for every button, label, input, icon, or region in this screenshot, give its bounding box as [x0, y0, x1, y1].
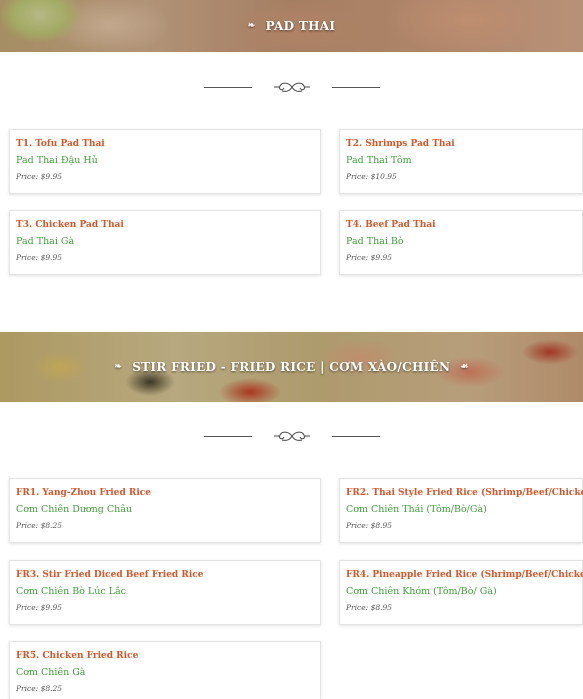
item-viet-name: Cơm Chiên Khóm (Tôm/Bò/ Gà)	[346, 586, 497, 597]
item-name: FR3. Stir Fried Diced Beef Fried Rice	[16, 570, 204, 580]
item-name: FR5. Chicken Fried Rice	[16, 651, 139, 661]
item-viet-name: Cơm Chiên Thái (Tôm/Bò/Gà)	[346, 504, 487, 515]
item-price: Price: $9.95	[16, 253, 63, 262]
menu-item-card[interactable]: T4. Beef Pad Thai Pad Thai Bò Price: $9.…	[339, 210, 583, 275]
section-title-pad-thai: PAD THAI	[265, 19, 336, 33]
menu-item-card[interactable]: FR1. Yang-Zhou Fried Rice Cơm Chiên Dươn…	[9, 478, 321, 543]
item-viet-name: Pad Thai Gà	[16, 236, 75, 247]
section-title-fried-rice: STIR FRIED - FRIED RICE | CƠM XÀO/CHIÊN	[132, 360, 451, 374]
item-price: Price: $9.95	[16, 603, 63, 612]
menu-item-card[interactable]: FR5. Chicken Fried Rice Cơm Chiên Gà Pri…	[9, 641, 321, 699]
menu-item-card[interactable]: T2. Shrimps Pad Thai Pad Thai Tôm Price:…	[339, 129, 583, 194]
item-price: Price: $10.95	[346, 172, 397, 181]
divider-line-right	[331, 86, 380, 88]
section-divider	[0, 428, 583, 444]
item-name: T2. Shrimps Pad Thai	[346, 139, 455, 149]
item-price: Price: $9.95	[346, 253, 393, 262]
fried-rice-banner: ❧ STIR FRIED - FRIED RICE | CƠM XÀO/CHIÊ…	[0, 332, 583, 402]
divider-line-right	[331, 435, 380, 437]
ornament-icon	[273, 431, 310, 441]
item-name: T4. Beef Pad Thai	[346, 220, 436, 230]
item-price: Price: $9.95	[16, 172, 63, 181]
menu-item-card[interactable]: FR3. Stir Fried Diced Beef Fried Rice Cơ…	[9, 560, 321, 625]
item-name: T1. Tofu Pad Thai	[16, 139, 105, 149]
item-viet-name: Cơm Chiên Bò Lúc Lắc	[16, 586, 126, 597]
ornament-icon	[273, 82, 310, 92]
menu-item-card[interactable]: T3. Chicken Pad Thai Pad Thai Gà Price: …	[9, 210, 321, 275]
divider-line-left	[203, 435, 252, 437]
item-viet-name: Cơm Chiên Dương Châu	[16, 504, 133, 515]
item-viet-name: Pad Thai Đậu Hủ	[16, 155, 98, 166]
item-name: FR4. Pineapple Fried Rice (Shrimp/Beef/C…	[346, 570, 583, 580]
flourish-left-icon: ❧	[247, 21, 256, 31]
section-divider	[0, 79, 583, 95]
menu-item-card[interactable]: T1. Tofu Pad Thai Pad Thai Đậu Hủ Price:…	[9, 129, 321, 194]
flourish-right-icon: ☙	[460, 362, 469, 372]
item-name: T3. Chicken Pad Thai	[16, 220, 124, 230]
flourish-left-icon: ❧	[114, 362, 123, 372]
pad-thai-banner: ❧ PAD THAI	[0, 0, 583, 52]
item-name: FR2. Thai Style Fried Rice (Shrimp/Beef/…	[346, 488, 583, 498]
item-price: Price: $8.25	[16, 521, 63, 530]
item-price: Price: $8.25	[16, 684, 63, 693]
item-price: Price: $8.95	[346, 603, 393, 612]
item-name: FR1. Yang-Zhou Fried Rice	[16, 488, 151, 498]
pad-thai-title-wrap: ❧ PAD THAI	[248, 19, 335, 33]
menu-item-card[interactable]: FR4. Pineapple Fried Rice (Shrimp/Beef/C…	[339, 560, 583, 625]
fried-rice-title-wrap: ❧ STIR FRIED - FRIED RICE | CƠM XÀO/CHIÊ…	[114, 360, 468, 374]
menu-item-card[interactable]: FR2. Thai Style Fried Rice (Shrimp/Beef/…	[339, 478, 583, 543]
item-viet-name: Cơm Chiên Gà	[16, 667, 86, 678]
item-viet-name: Pad Thai Tôm	[346, 155, 412, 166]
divider-line-left	[203, 86, 252, 88]
item-price: Price: $8.95	[346, 521, 393, 530]
item-viet-name: Pad Thai Bò	[346, 236, 404, 247]
